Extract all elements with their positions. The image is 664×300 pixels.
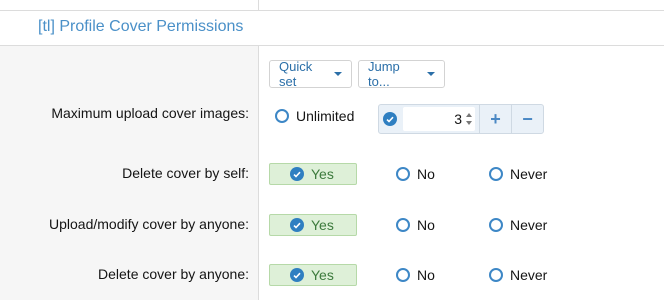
check-circle-icon bbox=[290, 167, 304, 181]
section-header: [tl] Profile Cover Permissions bbox=[0, 10, 664, 46]
unlimited-radio[interactable]: Unlimited bbox=[275, 108, 354, 124]
radio-circle-icon bbox=[396, 167, 410, 181]
unlimited-label: Unlimited bbox=[296, 108, 355, 124]
max-upload-input[interactable]: 3 bbox=[403, 107, 475, 131]
upload-anyone-label: Upload/modify cover by anyone: bbox=[49, 216, 249, 232]
section-title: [tl] Profile Cover Permissions bbox=[38, 18, 244, 35]
spinner-arrows-icon[interactable] bbox=[465, 113, 472, 125]
radio-circle-icon bbox=[489, 218, 503, 232]
delete-anyone-yes-option[interactable]: Yes bbox=[269, 264, 357, 286]
top-strip bbox=[0, 0, 664, 10]
yes-label: Yes bbox=[311, 267, 334, 283]
max-upload-value: 3 bbox=[454, 111, 462, 127]
check-circle-icon bbox=[290, 268, 304, 282]
column-divider bbox=[258, 0, 259, 10]
increment-button[interactable]: + bbox=[479, 105, 511, 133]
upload-anyone-no-option[interactable]: No bbox=[396, 217, 435, 233]
delete-anyone-never-option[interactable]: Never bbox=[489, 267, 547, 283]
radio-circle-icon bbox=[489, 268, 503, 282]
never-label: Never bbox=[510, 217, 548, 233]
max-upload-label: Maximum upload cover images: bbox=[51, 105, 249, 121]
upload-anyone-yes-option[interactable]: Yes bbox=[269, 214, 357, 236]
decrement-button[interactable]: − bbox=[511, 105, 543, 133]
delete-anyone-label: Delete cover by anyone: bbox=[98, 266, 249, 282]
delete-self-never-option[interactable]: Never bbox=[489, 166, 547, 182]
jump-to-label: Jump to... bbox=[368, 59, 400, 89]
yes-label: Yes bbox=[311, 166, 334, 182]
never-label: Never bbox=[510, 166, 548, 182]
max-upload-number-field: 3 + − bbox=[378, 104, 544, 134]
delete-anyone-no-option[interactable]: No bbox=[396, 267, 435, 283]
jump-to-button[interactable]: Jump to... bbox=[358, 59, 445, 89]
never-label: Never bbox=[510, 267, 548, 283]
no-label: No bbox=[417, 166, 435, 182]
radio-circle-icon bbox=[275, 109, 289, 123]
delete-self-yes-option[interactable]: Yes bbox=[269, 163, 357, 185]
permissions-panel: [tl] Profile Cover Permissions Quick set… bbox=[0, 0, 664, 300]
yes-label: Yes bbox=[311, 217, 334, 233]
quick-set-button[interactable]: Quick set bbox=[269, 59, 352, 89]
upload-anyone-never-option[interactable]: Never bbox=[489, 217, 547, 233]
no-label: No bbox=[417, 267, 435, 283]
check-circle-icon bbox=[290, 218, 304, 232]
radio-circle-icon bbox=[396, 268, 410, 282]
no-label: No bbox=[417, 217, 435, 233]
radio-circle-icon bbox=[396, 218, 410, 232]
caret-down-icon bbox=[427, 72, 435, 76]
delete-self-no-option[interactable]: No bbox=[396, 166, 435, 182]
caret-down-icon bbox=[334, 72, 342, 76]
radio-circle-icon bbox=[489, 167, 503, 181]
quick-set-label: Quick set bbox=[279, 59, 313, 89]
delete-self-label: Delete cover by self: bbox=[122, 165, 249, 181]
check-circle-icon[interactable] bbox=[383, 112, 397, 126]
